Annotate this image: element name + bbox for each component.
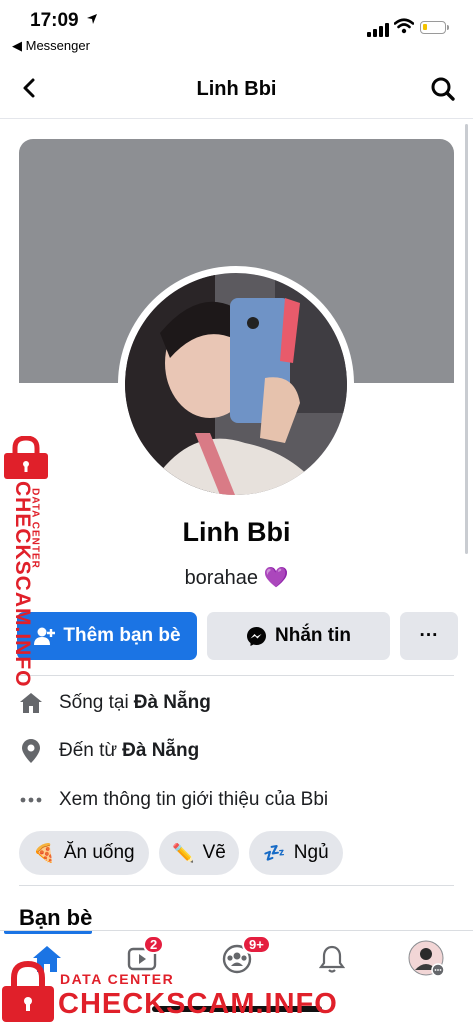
status-bar: 17:09 ◀ Messenger <box>0 0 473 58</box>
location-arrow-icon <box>86 13 98 28</box>
divider <box>19 675 454 676</box>
watermark-bottom-site: CHECKSCAM.INFO <box>58 988 338 1020</box>
tab-notifications[interactable] <box>307 937 357 981</box>
tab-menu[interactable] <box>402 937 452 981</box>
profile-name: Linh Bbi <box>182 517 291 547</box>
divider <box>19 885 454 886</box>
home-icon <box>18 690 44 716</box>
pizza-icon: 🍕 <box>33 842 56 863</box>
menu-avatar <box>408 940 445 977</box>
header-title: Linh Bbi <box>196 78 277 100</box>
hobby-chip[interactable]: ✏️ Vẽ <box>159 831 239 875</box>
scrollbar[interactable] <box>465 124 468 554</box>
search-icon[interactable] <box>430 76 456 102</box>
hobby-chip[interactable]: 🍕 Ăn uống <box>19 831 149 875</box>
hobby-label: Ngủ <box>293 842 329 863</box>
more-horizontal-icon <box>18 787 44 813</box>
watermark-bottom-data-center: DATA CENTER <box>60 971 175 987</box>
tab-groups[interactable]: 9+ <box>212 935 271 981</box>
friends-section-title: Bạn bè <box>19 905 93 930</box>
hobby-label: Ăn uống <box>63 842 135 863</box>
back-to-messenger-link[interactable]: ◀ Messenger <box>12 38 90 54</box>
watermark-site: CHECKSCAM.INFO <box>11 481 34 688</box>
location-pin-icon <box>18 738 44 764</box>
profile-bio: borahae 💜 <box>184 567 289 589</box>
status-time: 17:09 <box>30 10 79 31</box>
from-prefix: Đến từ <box>59 740 118 761</box>
lives-prefix: Sống tại <box>59 692 129 713</box>
active-tab-indicator <box>4 931 92 934</box>
more-options-button[interactable]: ··· <box>400 612 458 660</box>
detail-lives-in: Sống tại Đà Nẵng <box>18 688 211 718</box>
profile-avatar[interactable] <box>125 273 347 495</box>
cellular-signal-icon <box>367 23 389 37</box>
profile-header: Linh Bbi <box>0 60 473 119</box>
more-dots-icon: ··· <box>419 625 439 646</box>
lives-place[interactable]: Đà Nẵng <box>134 692 211 714</box>
message-label: Nhắn tin <box>275 625 351 646</box>
lock-icon <box>4 436 48 479</box>
messenger-icon <box>246 626 267 647</box>
hobby-label: Vẽ <box>202 842 226 863</box>
see-about-info-link[interactable]: Xem thông tin giới thiệu của Bbi <box>18 785 328 815</box>
wifi-icon <box>393 18 415 39</box>
groups-notification-badge: 9+ <box>242 935 271 954</box>
sleep-icon: 💤 <box>263 842 286 863</box>
battery-icon <box>420 21 449 34</box>
add-friend-label: Thêm bạn bè <box>63 625 181 646</box>
bell-icon <box>319 945 345 973</box>
see-about-info-label: Xem thông tin giới thiệu của Bbi <box>59 789 329 810</box>
pencil-icon: ✏️ <box>172 842 195 863</box>
message-button[interactable]: Nhắn tin <box>207 612 390 660</box>
from-place[interactable]: Đà Nẵng <box>122 740 199 762</box>
watermark-lock-icon <box>2 960 54 1022</box>
hobby-chip[interactable]: 💤 Ngủ <box>249 831 343 875</box>
detail-from: Đến từ Đà Nẵng <box>18 736 199 766</box>
video-notification-badge: 2 <box>143 935 165 954</box>
